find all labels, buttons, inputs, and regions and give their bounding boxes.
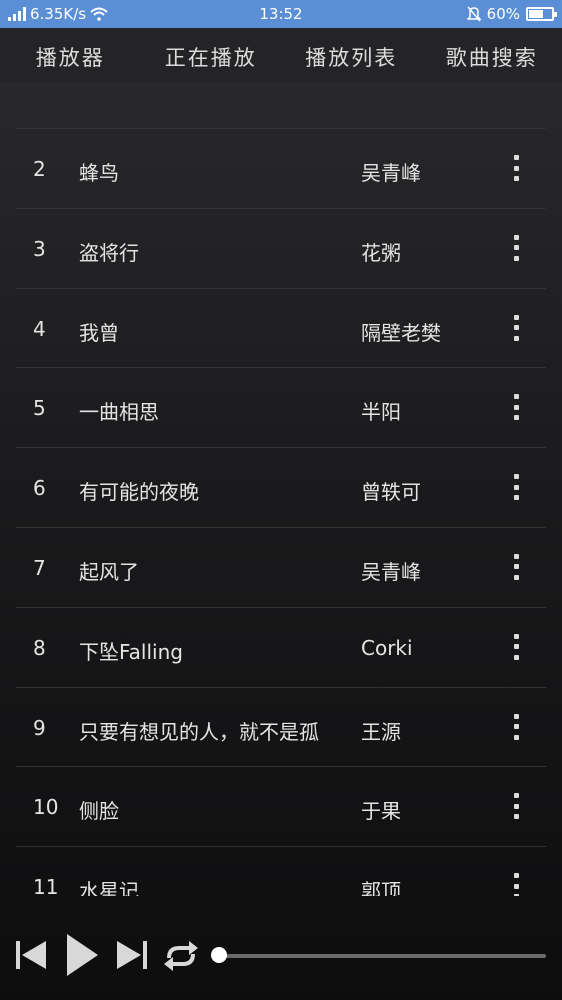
list-item[interactable]: 6 有可能的夜晚 曾轶可 [16,448,546,528]
bell-off-icon [465,6,482,22]
list-item[interactable]: 3 盗将行 花粥 [16,209,546,289]
song-artist: 半阳 [361,400,401,425]
more-options-icon[interactable] [504,789,528,823]
song-list[interactable]: 2 蜂鸟 吴青峰 3 盗将行 花粥 4 我曾 隔壁老樊 5 一曲相思 半阳 6 … [16,128,546,896]
song-number: 7 [33,555,46,580]
progress-knob[interactable] [211,947,227,963]
song-artist: 于果 [361,799,401,824]
song-number: 10 [33,795,59,820]
song-artist: Corki [361,635,413,660]
more-options-icon[interactable] [504,710,528,744]
song-number: 3 [33,236,46,261]
list-item[interactable]: 7 起风了 吴青峰 [16,528,546,608]
more-options-icon[interactable] [504,390,528,424]
song-artist: 隔壁老樊 [361,320,441,345]
repeat-icon[interactable] [162,938,200,978]
song-number: 9 [33,715,46,740]
more-options-icon[interactable] [504,630,528,664]
song-artist: 郭顶 [361,879,401,896]
status-right: 60% [465,5,557,23]
song-artist: 花粥 [361,240,401,265]
list-item[interactable]: 5 一曲相思 半阳 [16,368,546,449]
song-number: 4 [33,316,46,341]
song-number: 8 [33,635,46,660]
tab-song-search[interactable]: 歌曲搜索 [422,28,562,82]
song-title: 蜂鸟 [79,161,119,185]
tab-playlist[interactable]: 播放列表 [281,28,422,82]
song-artist: 吴青峰 [361,559,421,584]
song-title: 侧脸 [79,799,119,824]
music-app: 播放器 正在播放 播放列表 歌曲搜索 2 蜂鸟 吴青峰 3 盗将行 花粥 4 我… [0,28,562,1000]
song-title: 一曲相思 [79,400,159,425]
song-artist: 曾轶可 [361,480,421,505]
song-title: 只要有想见的人，就不是孤 [79,719,319,744]
song-number: 5 [33,396,46,421]
previous-icon[interactable] [14,938,48,976]
battery-icon [526,7,557,21]
more-options-icon[interactable] [504,470,528,504]
more-options-icon[interactable] [504,869,528,896]
more-options-icon[interactable] [504,311,528,345]
song-title: 下坠Falling [79,639,183,664]
song-title: 起风了 [79,559,139,584]
song-title: 有可能的夜晚 [79,480,199,505]
more-options-icon[interactable] [504,550,528,584]
play-icon[interactable] [64,932,100,982]
tab-player[interactable]: 播放器 [0,28,141,82]
list-item[interactable]: 2 蜂鸟 吴青峰 [16,129,546,209]
song-number: 6 [33,476,46,501]
more-options-icon[interactable] [504,231,528,265]
battery-percent: 60% [486,5,520,23]
list-item[interactable]: 8 下坠Falling Corki [16,608,546,688]
status-bar: 6.35K/s 13:52 60% [0,0,562,28]
tab-bar: 播放器 正在播放 播放列表 歌曲搜索 [0,28,562,82]
song-artist: 王源 [361,719,401,744]
player-controls [0,900,562,1000]
more-options-icon[interactable] [504,151,528,185]
list-item[interactable]: 11 水星记 郭顶 [16,847,546,896]
list-item[interactable]: 9 只要有想见的人，就不是孤 王源 [16,688,546,768]
song-number: 11 [33,875,59,896]
song-title: 水星记 [79,879,139,896]
list-item[interactable]: 4 我曾 隔壁老樊 [16,289,546,369]
list-item[interactable]: 10 侧脸 于果 [16,767,546,848]
song-artist: 吴青峰 [361,161,421,185]
song-title: 我曾 [79,320,119,345]
next-icon[interactable] [115,938,149,976]
song-title: 盗将行 [79,240,139,265]
progress-bar[interactable] [218,954,546,958]
song-number: 2 [33,157,46,181]
tab-now-playing[interactable]: 正在播放 [141,28,282,82]
